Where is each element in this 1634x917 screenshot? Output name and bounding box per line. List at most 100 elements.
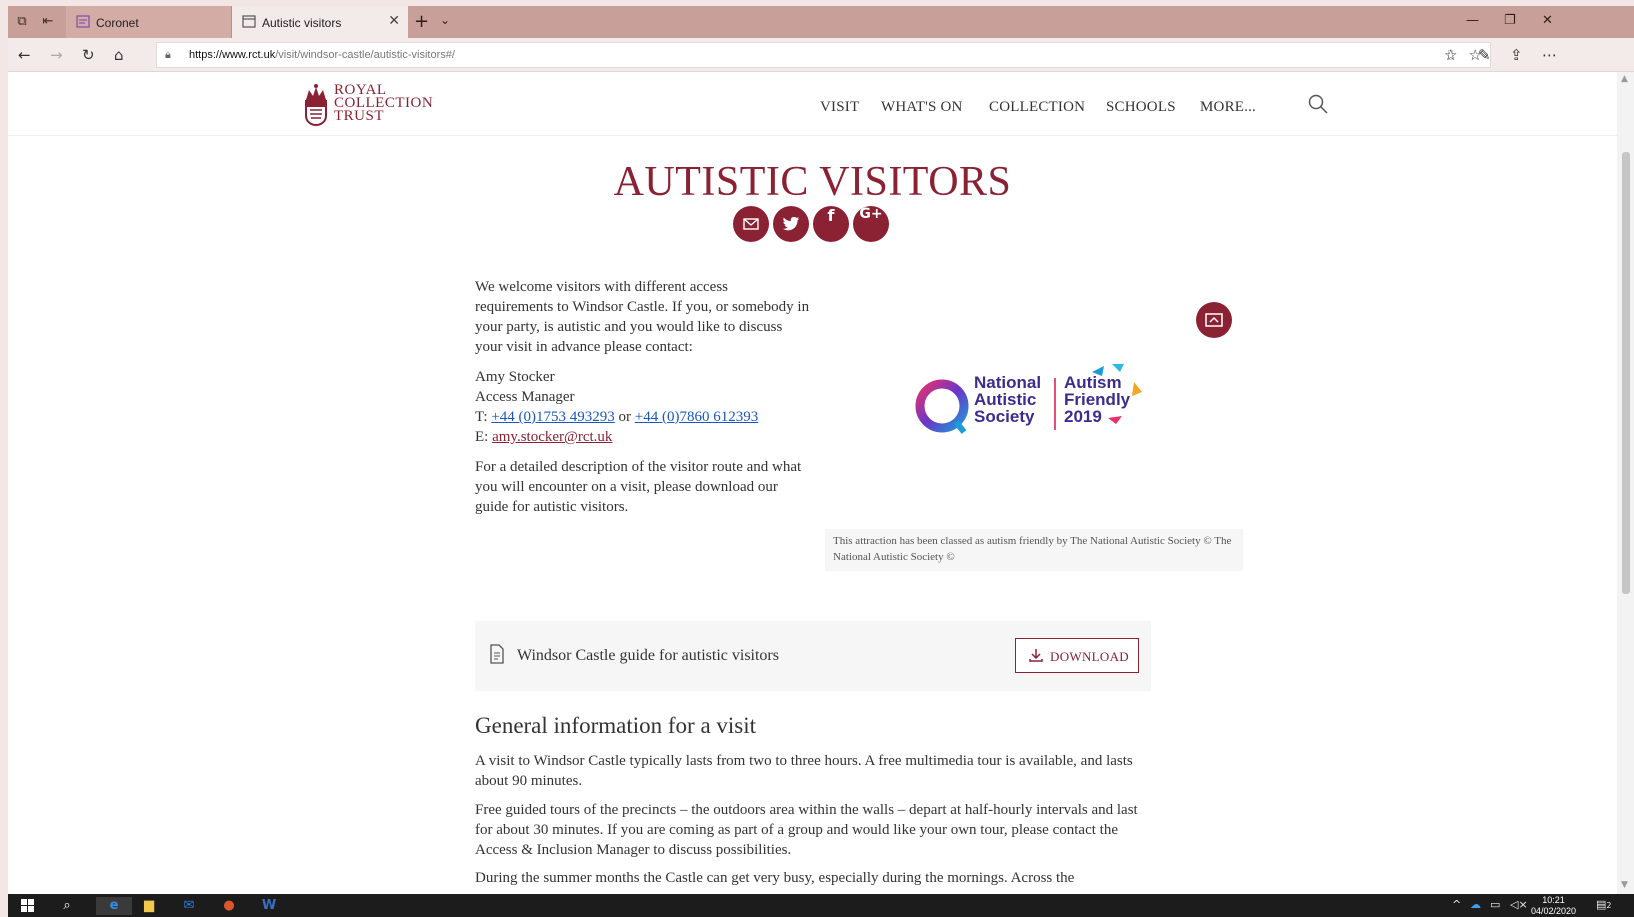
scroll-down-icon[interactable]: ▼	[1621, 880, 1628, 890]
nas-line: National	[974, 373, 1042, 392]
nav-whats-on[interactable]: WHAT'S ON	[881, 99, 963, 116]
new-tab-icon[interactable]: +	[414, 11, 429, 32]
nas-ring-icon	[915, 379, 969, 434]
tab-coronet[interactable]: Coronet	[66, 6, 232, 38]
page-icon	[242, 15, 256, 28]
logo-text: ROYAL COLLECTION TRUST	[334, 83, 433, 124]
document-icon	[490, 644, 504, 664]
edge-browser-icon[interactable]: e	[96, 897, 132, 915]
close-tab-icon[interactable]: ✕	[388, 13, 400, 29]
onedrive-icon[interactable]: ☁	[1470, 898, 1481, 911]
expand-image-button[interactable]	[1196, 302, 1232, 338]
home-icon[interactable]: ⌂	[114, 46, 124, 64]
download-button-label: DOWNLOAD	[1050, 649, 1129, 664]
email-prefix: E:	[475, 429, 489, 445]
navigation-bar: ← → ↻ ⌂ 🔒︎ https://www.rct.uk/visit/wind…	[8, 38, 1634, 72]
download-icon	[1029, 649, 1043, 662]
tab-label: Autistic visitors	[262, 16, 342, 30]
browser-window: ⧉ ⇤ Coronet Autistic visitors ✕ + ⌄ — ❐ …	[8, 6, 1634, 917]
scroll-up-icon[interactable]: ▲	[1621, 74, 1628, 84]
notification-center-icon[interactable]: ▤2	[1596, 898, 1612, 911]
clock-time: 10:21	[1542, 895, 1565, 905]
network-icon[interactable]: ▭	[1490, 898, 1500, 911]
twitter-icon	[782, 216, 800, 231]
national-autistic-society-logo: National Autistic Society Autism Friendl…	[912, 364, 1172, 440]
file-explorer-icon[interactable]: ▆	[138, 897, 160, 915]
phone-link-2[interactable]: +44 (0)7860 612393	[635, 409, 758, 425]
scrollbar-thumb[interactable]	[1622, 152, 1630, 594]
logo-caption: This attraction has been classed as auti…	[825, 529, 1243, 571]
nas-line: Society	[974, 407, 1035, 426]
facebook-share-button[interactable]: f	[813, 206, 849, 242]
vertical-scrollbar[interactable]: ▲ ▼	[1617, 72, 1634, 894]
nav-schools[interactable]: SCHOOLS	[1106, 99, 1176, 116]
intro-paragraph: We welcome visitors with different acces…	[475, 279, 810, 355]
email-link[interactable]: amy.stocker@rct.uk	[492, 429, 612, 445]
page-favicon-icon	[76, 15, 90, 28]
nav-visit[interactable]: VISIT	[820, 99, 859, 116]
windows-logo-icon	[20, 899, 34, 912]
url-path: /visit/windsor-castle/autistic-visitors#…	[275, 49, 455, 61]
guide-paragraph: For a detailed description of the visito…	[475, 459, 802, 515]
close-window-icon[interactable]: ✕	[1542, 13, 1553, 28]
refresh-icon[interactable]: ↻	[82, 46, 95, 64]
site-header: ROYAL COLLECTION TRUST VISIT WHAT'S ON C…	[8, 72, 1617, 136]
tab-actions-icon[interactable]: ⧉	[14, 14, 30, 30]
restore-icon[interactable]: ❐	[1504, 13, 1516, 28]
phone-link-1[interactable]: +44 (0)1753 493293	[491, 409, 614, 425]
contact-block: Amy Stocker Access Manager T: +44 (0)175…	[475, 367, 810, 447]
contact-role: Access Manager	[475, 389, 575, 405]
nas-line: Autistic	[974, 390, 1037, 409]
contact-name: Amy Stocker	[475, 369, 555, 385]
nav-more[interactable]: MORE...	[1200, 99, 1256, 116]
lock-icon: 🔒︎	[165, 48, 171, 61]
twitter-share-button[interactable]	[773, 206, 809, 242]
tab-bar: ⧉ ⇤ Coronet Autistic visitors ✕ + ⌄ — ❐ …	[8, 6, 1634, 38]
download-box: Windsor Castle guide for autistic visito…	[475, 621, 1151, 691]
phone-prefix: T:	[475, 409, 488, 425]
favorites-icon[interactable]: ☆	[1444, 46, 1457, 64]
url-host: https://www.rct.uk	[189, 49, 276, 61]
or-text: or	[618, 409, 632, 425]
download-label: Windsor Castle guide for autistic visito…	[517, 647, 779, 664]
pen-icon[interactable]: ✎	[1478, 46, 1491, 64]
notification-count: 2	[1606, 901, 1612, 910]
volume-muted-icon[interactable]: ◁×	[1510, 898, 1528, 911]
logo-line: TRUST	[334, 108, 385, 124]
share-icon[interactable]: ⇪	[1510, 46, 1523, 64]
powerpoint-icon[interactable]: ●	[218, 897, 240, 915]
tray-chevron-up-icon[interactable]: ^	[1452, 898, 1461, 911]
web-page: ROYAL COLLECTION TRUST VISIT WHAT'S ON C…	[8, 72, 1617, 894]
outlook-icon[interactable]: ✉	[178, 897, 200, 915]
chevron-down-icon[interactable]: ⌄	[440, 13, 450, 27]
system-clock[interactable]: 10:21 04/02/2020	[1531, 895, 1576, 917]
google-plus-icon: G+	[859, 206, 883, 222]
windows-taskbar: ⌕ e ▆ ✉ ● W ^ ☁ ▭ ◁× 10:21 04/02/2020 ▤2	[8, 894, 1634, 917]
set-aside-tabs-icon[interactable]: ⇤	[40, 14, 56, 30]
search-taskbar-icon[interactable]: ⌕	[56, 897, 78, 915]
more-icon[interactable]: ⋯	[1542, 46, 1557, 64]
tab-autistic-visitors[interactable]: Autistic visitors ✕	[232, 6, 408, 38]
email-share-button[interactable]	[733, 206, 769, 242]
address-bar[interactable]: 🔒︎ https://www.rct.uk/visit/windsor-cast…	[156, 42, 1491, 68]
envelope-icon	[743, 218, 759, 230]
intro-column: We welcome visitors with different acces…	[475, 277, 810, 527]
facebook-icon: f	[827, 206, 835, 225]
crown-crest-icon	[305, 84, 327, 126]
url-text[interactable]: https://www.rct.uk/visit/windsor-castle/…	[189, 49, 455, 61]
google-plus-share-button[interactable]: G+	[853, 206, 889, 242]
tab-label: Coronet	[96, 16, 139, 30]
windows-start-icon[interactable]	[16, 897, 38, 915]
logo-divider	[1054, 378, 1056, 430]
forward-icon[interactable]: →	[50, 46, 63, 64]
nav-collection[interactable]: COLLECTION	[989, 99, 1085, 116]
minimize-icon[interactable]: —	[1466, 13, 1479, 28]
general-info-heading: General information for a visit	[475, 713, 757, 738]
search-icon[interactable]	[1308, 94, 1328, 114]
word-icon[interactable]: W	[258, 897, 280, 915]
expand-image-icon	[1205, 313, 1223, 327]
info-paragraph: A visit to Windsor Castle typically last…	[475, 753, 1133, 789]
info-paragraph: Free guided tours of the precincts – the…	[475, 802, 1138, 858]
download-button[interactable]: DOWNLOAD	[1015, 638, 1139, 673]
back-icon[interactable]: ←	[18, 46, 31, 64]
